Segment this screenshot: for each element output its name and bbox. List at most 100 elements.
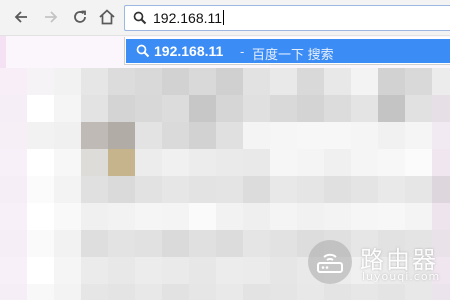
mosaic-block	[297, 149, 324, 176]
mosaic-block	[0, 149, 27, 176]
omnibox-dropdown: 192.168.11 - 百度一下 搜索	[124, 37, 450, 65]
mosaic-block	[81, 284, 108, 300]
mosaic-block	[405, 149, 432, 176]
mosaic-block	[81, 122, 108, 149]
mosaic-block	[189, 68, 216, 95]
mosaic-block	[297, 176, 324, 203]
mosaic-block	[405, 203, 432, 230]
mosaic-block	[216, 95, 243, 122]
forward-button[interactable]	[40, 6, 62, 28]
mosaic-block	[54, 95, 81, 122]
search-icon	[136, 44, 150, 58]
mosaic-block	[27, 95, 54, 122]
mosaic-block	[216, 68, 243, 95]
mosaic-block	[243, 95, 270, 122]
mosaic-block	[378, 149, 405, 176]
mosaic-block	[162, 68, 189, 95]
home-icon	[99, 9, 115, 25]
back-button[interactable]	[10, 6, 32, 28]
mosaic-block	[135, 68, 162, 95]
mosaic-block	[162, 122, 189, 149]
mosaic-block	[243, 284, 270, 300]
mosaic-block	[270, 284, 297, 300]
mosaic-block	[297, 203, 324, 230]
mosaic-block	[405, 68, 432, 95]
mosaic-block	[216, 149, 243, 176]
browser-window: 192.168.11 192.168.11 - 百度一下 搜索 路由器 luyo…	[0, 0, 450, 300]
mosaic-block	[162, 284, 189, 300]
router-logo	[308, 240, 352, 284]
mosaic-block	[432, 176, 450, 203]
mosaic-block	[270, 203, 297, 230]
mosaic-block	[162, 95, 189, 122]
mosaic-block	[378, 122, 405, 149]
forward-arrow-icon	[45, 11, 58, 23]
mosaic-block	[378, 176, 405, 203]
address-text[interactable]: 192.168.11	[153, 10, 225, 26]
mosaic-block	[0, 203, 27, 230]
home-button[interactable]	[96, 6, 118, 28]
mosaic-block	[54, 68, 81, 95]
mosaic-block	[189, 95, 216, 122]
mosaic-block	[0, 284, 27, 300]
mosaic-block	[270, 176, 297, 203]
mosaic-block	[324, 176, 351, 203]
reload-button[interactable]	[69, 6, 91, 28]
suggestion-engine-text: 百度一下 搜索	[252, 47, 334, 62]
mosaic-block	[108, 176, 135, 203]
mosaic-block	[216, 203, 243, 230]
search-icon	[133, 11, 147, 25]
mosaic-block	[216, 122, 243, 149]
mosaic-block	[432, 68, 450, 95]
mosaic-block	[27, 230, 54, 257]
mosaic-block	[162, 257, 189, 284]
mosaic-block	[432, 95, 450, 122]
back-arrow-icon	[14, 11, 27, 23]
text-caret	[223, 10, 225, 25]
mosaic-block	[324, 68, 351, 95]
mosaic-block	[108, 122, 135, 149]
mosaic-block	[297, 95, 324, 122]
mosaic-block	[405, 122, 432, 149]
mosaic-block	[135, 230, 162, 257]
suggestion-item[interactable]: 192.168.11 - 百度一下 搜索	[126, 39, 450, 63]
mosaic-block	[297, 68, 324, 95]
watermark: 路由器 luyouqi.com	[308, 240, 440, 288]
mosaic-block	[216, 284, 243, 300]
mosaic-block	[108, 257, 135, 284]
mosaic-block	[297, 122, 324, 149]
mosaic-block	[189, 284, 216, 300]
mosaic-block	[54, 203, 81, 230]
mosaic-block	[27, 176, 54, 203]
mosaic-block	[54, 176, 81, 203]
mosaic-block	[351, 176, 378, 203]
mosaic-block	[108, 149, 135, 176]
mosaic-block	[243, 149, 270, 176]
mosaic-block	[81, 230, 108, 257]
mosaic-block	[270, 122, 297, 149]
watermark-domain: luyouqi.com	[362, 270, 441, 283]
address-bar[interactable]: 192.168.11	[124, 5, 450, 31]
mosaic-block	[378, 95, 405, 122]
mosaic-block	[27, 284, 54, 300]
mosaic-block	[108, 203, 135, 230]
mosaic-block	[351, 203, 378, 230]
mosaic-block	[162, 230, 189, 257]
mosaic-block	[189, 176, 216, 203]
mosaic-block	[351, 149, 378, 176]
mosaic-block	[162, 176, 189, 203]
reload-icon	[74, 10, 86, 23]
mosaic-block	[270, 95, 297, 122]
mosaic-block	[81, 203, 108, 230]
mosaic-block	[0, 95, 27, 122]
mosaic-block	[27, 257, 54, 284]
mosaic-block	[135, 257, 162, 284]
mosaic-block	[54, 257, 81, 284]
mosaic-block	[351, 68, 378, 95]
mosaic-block	[324, 203, 351, 230]
mosaic-block	[243, 176, 270, 203]
mosaic-block	[135, 149, 162, 176]
mosaic-block	[270, 230, 297, 257]
mosaic-block	[216, 230, 243, 257]
mosaic-block	[243, 257, 270, 284]
